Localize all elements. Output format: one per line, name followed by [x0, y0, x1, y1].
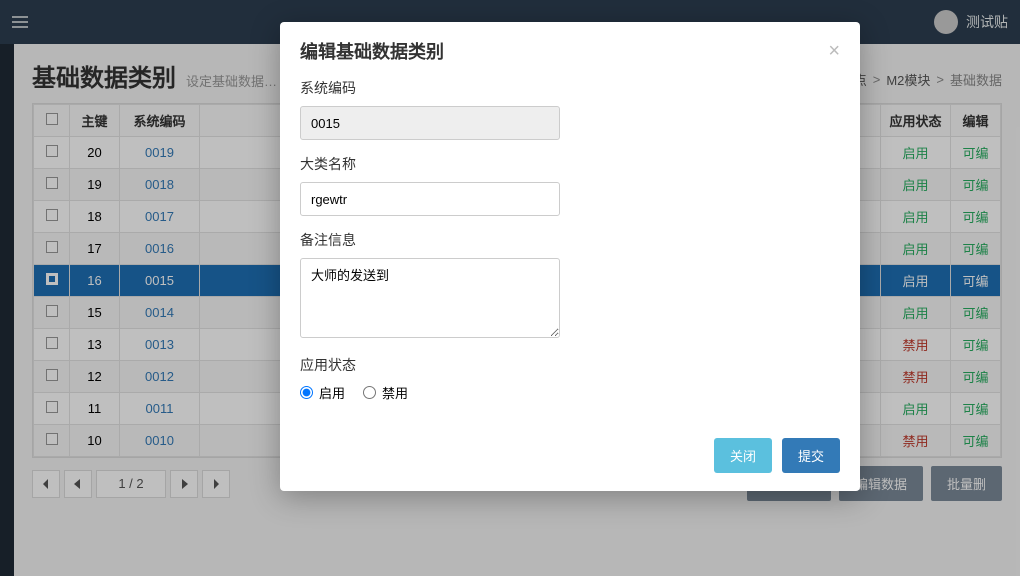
radio-disable-text: 禁用	[382, 383, 408, 402]
modal-close-button[interactable]: ×	[828, 40, 840, 63]
remark-label: 备注信息	[300, 230, 840, 250]
radio-disable-label[interactable]: 禁用	[363, 383, 408, 402]
edit-modal: 编辑基础数据类别 × 系统编码 大类名称 备注信息 应用状态 启用	[280, 22, 860, 491]
code-input[interactable]	[300, 106, 560, 140]
modal-footer: 关闭 提交	[280, 426, 860, 491]
code-label: 系统编码	[300, 78, 840, 98]
radio-enable-label[interactable]: 启用	[300, 383, 345, 402]
name-label: 大类名称	[300, 154, 840, 174]
submit-button[interactable]: 提交	[782, 438, 840, 473]
modal-header: 编辑基础数据类别 ×	[280, 22, 860, 74]
modal-body: 系统编码 大类名称 备注信息 应用状态 启用 禁用	[280, 74, 860, 426]
status-label: 应用状态	[300, 355, 840, 375]
close-button[interactable]: 关闭	[714, 438, 772, 473]
radio-disable[interactable]	[363, 386, 376, 399]
name-input[interactable]	[300, 182, 560, 216]
radio-enable[interactable]	[300, 386, 313, 399]
remark-textarea[interactable]	[300, 258, 560, 338]
radio-enable-text: 启用	[319, 383, 345, 402]
modal-title: 编辑基础数据类别	[300, 38, 444, 64]
